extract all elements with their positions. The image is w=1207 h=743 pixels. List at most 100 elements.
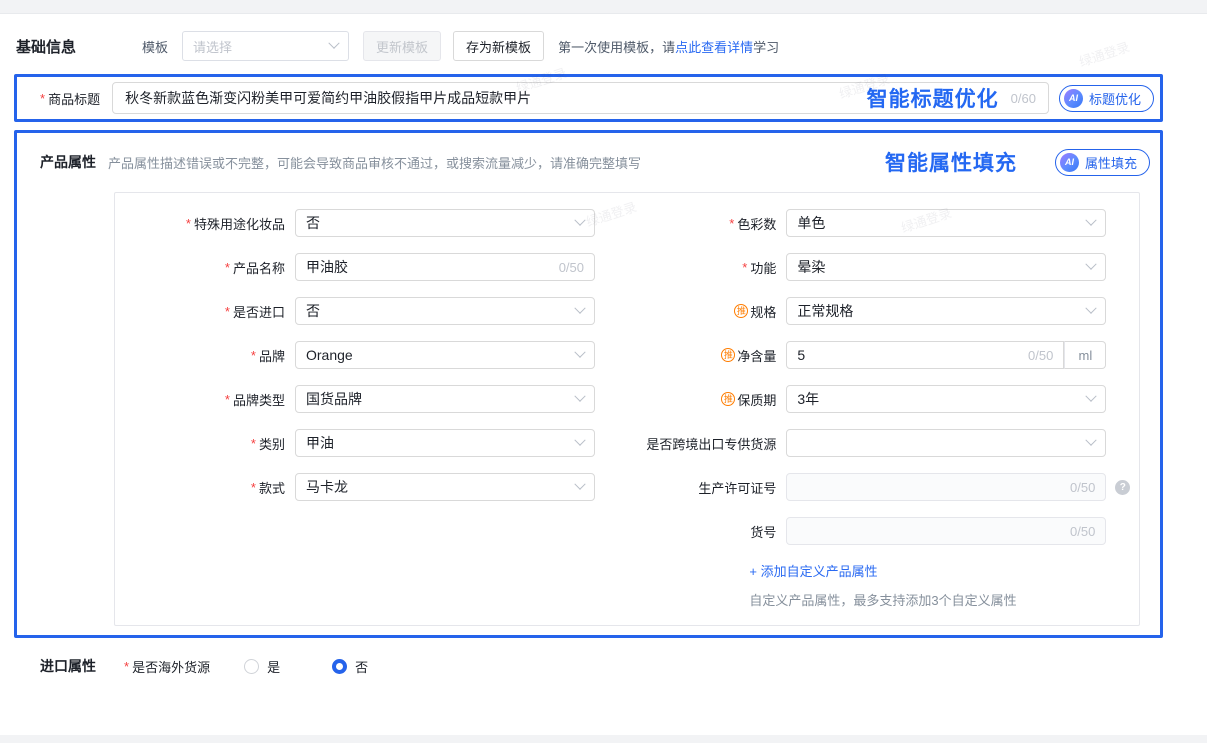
chevron-down-icon — [1086, 259, 1097, 270]
title-char-counter: 0/60 — [1011, 91, 1036, 106]
template-bar: 基础信息 模板 请选择 更新模板 存为新模板 第一次使用模板，请点此查看详情学习 — [16, 30, 1191, 62]
save-new-template-button[interactable]: 存为新模板 — [453, 31, 544, 61]
chevron-down-icon — [574, 391, 585, 402]
template-tip: 第一次使用模板，请点此查看详情学习 — [558, 37, 779, 56]
product-title-value: 秋冬新款蓝色渐变闪粉美甲可爱简约甲油胶假指甲片成品短款甲片 — [125, 88, 867, 108]
field-row-shelf-life: 推保质期 3年 — [631, 385, 1139, 413]
field-row-category: *类别甲油 — [127, 429, 605, 457]
chevron-down-icon — [574, 347, 585, 358]
ai-title-optimize-label: 标题优化 — [1089, 89, 1141, 108]
style-label: *款式 — [127, 478, 285, 497]
select-special-cosmetics[interactable]: 否 — [295, 209, 595, 237]
field-row-function: *功能晕染 — [631, 253, 1139, 281]
chevron-down-icon — [574, 435, 585, 446]
tip-suffix: 学习 — [753, 40, 779, 55]
product-title-input[interactable]: 秋冬新款蓝色渐变闪粉美甲可爱简约甲油胶假指甲片成品短款甲片 智能标题优化 0/6… — [112, 82, 1049, 114]
radio-icon — [332, 659, 347, 674]
template-select-placeholder: 请选择 — [193, 37, 330, 56]
view-details-link[interactable]: 点此查看详情 — [675, 40, 753, 55]
attributes-header: 产品属性 产品属性描述错误或不完整，可能会导致商品审核不通过，或搜索流量减少，请… — [40, 146, 1154, 178]
field-row-spec: 推规格正常规格 — [631, 297, 1139, 325]
overseas-source-field: * 是否海外货源 — [124, 657, 210, 676]
select-is-imported[interactable]: 否 — [295, 297, 595, 325]
template-label: 模板 — [142, 37, 168, 56]
brand-label: *品牌 — [127, 346, 285, 365]
field-row-production-license-no: 生产许可证号0/50? — [631, 473, 1139, 501]
input-production-license-no[interactable]: 0/50 — [786, 473, 1106, 501]
field-row-cross-border-export-supply: 是否跨境出口专供货源 — [631, 429, 1139, 457]
radio-no-label: 否 — [355, 657, 368, 676]
function-label: *功能 — [631, 258, 776, 277]
recommend-badge-icon: 推 — [734, 304, 748, 318]
required-asterisk: * — [251, 480, 256, 495]
help-icon[interactable]: ? — [1115, 480, 1130, 495]
chevron-down-icon — [1086, 391, 1097, 402]
tip-prefix: 第一次使用模板，请 — [558, 40, 675, 55]
chevron-down-icon — [574, 479, 585, 490]
special-cosmetics-label: *特殊用途化妆品 — [127, 214, 285, 233]
select-color-count[interactable]: 单色 — [786, 209, 1106, 237]
select-function[interactable]: 晕染 — [786, 253, 1106, 281]
required-asterisk: * — [251, 348, 256, 363]
field-row-is-imported: *是否进口否 — [127, 297, 605, 325]
brand-type-label: *品牌类型 — [127, 390, 285, 409]
select-style[interactable]: 马卡龙 — [295, 473, 595, 501]
product-attributes-section: 产品属性 产品属性描述错误或不完整，可能会导致商品审核不通过，或搜索流量减少，请… — [14, 130, 1163, 638]
add-custom-attribute-link[interactable]: + 添加自定义产品属性 — [749, 561, 1139, 580]
select-shelf-life[interactable]: 3年 — [786, 385, 1106, 413]
select-brand[interactable]: Orange — [295, 341, 595, 369]
attributes-description: 产品属性描述错误或不完整，可能会导致商品审核不通过，或搜索流量减少，请准确完整填… — [108, 153, 641, 172]
chevron-down-icon — [1086, 215, 1097, 226]
import-attributes-section: 进口属性 * 是否海外货源 是 否 — [40, 652, 1207, 680]
field-row-item-no: 货号 0/50 — [631, 517, 1139, 545]
ai-attributes-fill-label: 属性填充 — [1085, 153, 1137, 172]
chevron-down-icon — [1086, 303, 1097, 314]
radio-overseas-yes[interactable]: 是 — [244, 657, 280, 676]
chevron-down-icon — [574, 215, 585, 226]
required-asterisk: * — [742, 260, 747, 275]
required-asterisk: * — [124, 659, 129, 674]
select-brand-type[interactable]: 国货品牌 — [295, 385, 595, 413]
input-product-name[interactable]: 甲油胶0/50 — [295, 253, 595, 281]
recommend-badge-icon: 推 — [721, 348, 735, 362]
ai-attributes-fill-button[interactable]: AI 属性填充 — [1055, 149, 1150, 176]
category-label: *类别 — [127, 434, 285, 453]
spec-label: 推规格 — [631, 302, 776, 321]
recommend-badge-icon: 推 — [721, 392, 735, 406]
select-category[interactable]: 甲油 — [295, 429, 595, 457]
field-row-net-content: 推净含量 50/50ml — [631, 341, 1139, 369]
required-asterisk: * — [729, 216, 734, 231]
chevron-down-icon — [328, 38, 339, 49]
template-select[interactable]: 请选择 — [182, 31, 349, 61]
ai-title-optimize-button[interactable]: AI 标题优化 — [1059, 85, 1154, 112]
required-asterisk: * — [225, 304, 230, 319]
page-title: 基础信息 — [16, 36, 76, 57]
attributes-column-right: *色彩数单色 *功能晕染推规格正常规格推净含量 50/50ml 推保质期 3年是否跨境出… — [631, 209, 1139, 625]
custom-attribute-hint: 自定义产品属性，最多支持添加3个自定义属性 — [749, 590, 1139, 609]
input-item-no[interactable]: 0/50 — [786, 517, 1106, 545]
product-title-label: 商品标题 — [48, 89, 100, 108]
update-template-button[interactable]: 更新模板 — [363, 31, 441, 61]
basic-info-card: 绿通登录 绿通登录 绿通登录 绿通登录 绿通登录 基础信息 模板 请选择 更新模… — [0, 13, 1207, 735]
field-row-style: *款式马卡龙 — [127, 473, 605, 501]
unit-addon: ml — [1064, 341, 1106, 369]
field-row-product-name: *产品名称甲油胶0/50 — [127, 253, 605, 281]
is-imported-label: *是否进口 — [127, 302, 285, 321]
product-name-label: *产品名称 — [127, 258, 285, 277]
input-net-content[interactable]: 50/50 — [786, 341, 1064, 369]
shelf-life-label: 推保质期 — [631, 390, 776, 409]
chevron-down-icon — [1086, 435, 1097, 446]
item-no-label: 货号 — [631, 522, 776, 541]
color-count-label: *色彩数 — [631, 214, 776, 233]
required-asterisk: * — [225, 392, 230, 407]
radio-overseas-no[interactable]: 否 — [332, 657, 368, 676]
required-asterisk: * — [225, 260, 230, 275]
select-spec[interactable]: 正常规格 — [786, 297, 1106, 325]
select-cross-border-export-supply[interactable] — [786, 429, 1106, 457]
ai-icon: AI — [1060, 153, 1079, 172]
required-asterisk: * — [251, 436, 256, 451]
net-content-label: 推净含量 — [631, 346, 776, 365]
ai-icon: AI — [1064, 89, 1083, 108]
radio-yes-label: 是 — [267, 657, 280, 676]
required-asterisk: * — [40, 91, 45, 106]
